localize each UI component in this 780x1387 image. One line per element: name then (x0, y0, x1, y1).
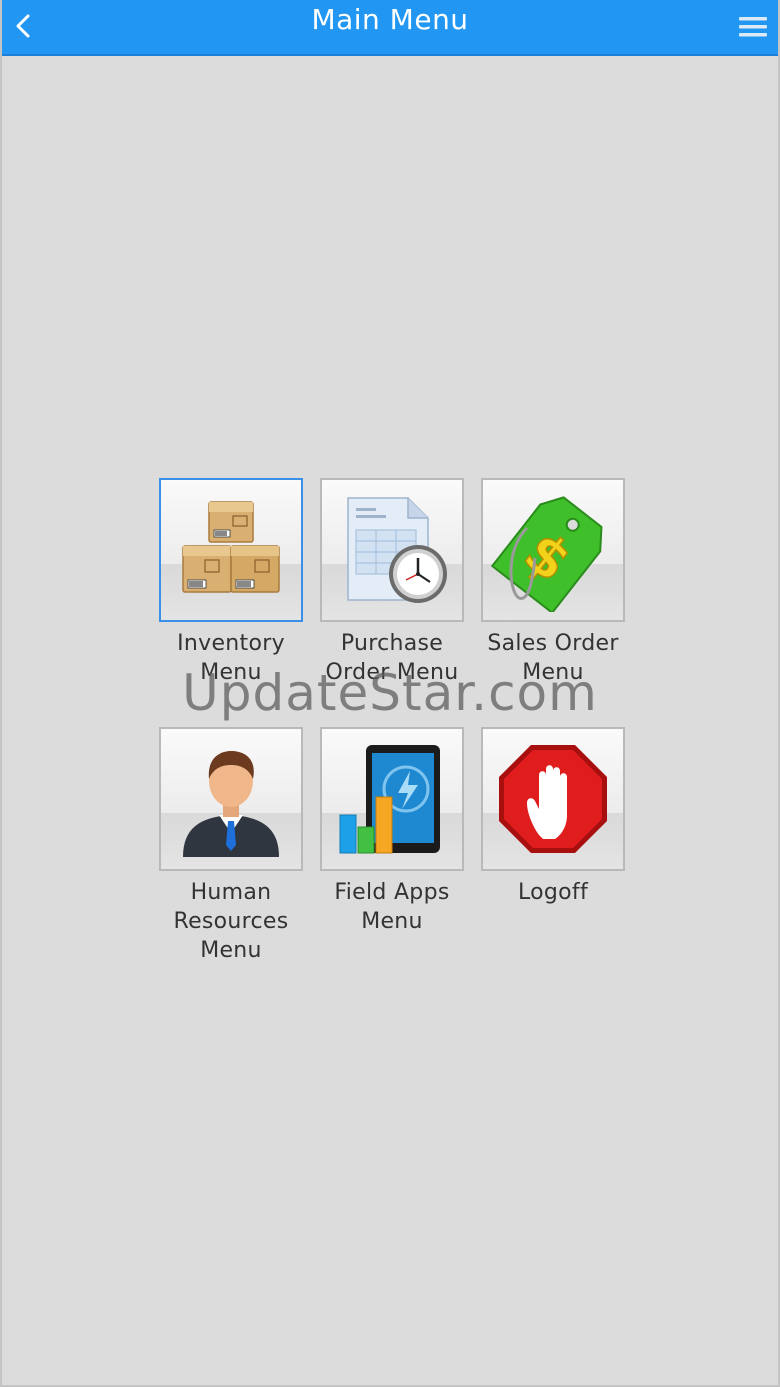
purchase-order-menu-tile[interactable]: Purchase Order Menu (318, 478, 466, 687)
purchase-order-menu-label: Purchase Order Menu (325, 631, 459, 685)
logoff-tile[interactable]: Logoff (479, 727, 627, 907)
field-apps-menu-tile[interactable]: Field Apps Menu (318, 727, 466, 936)
inventory-menu-label: Inventory Menu (177, 631, 285, 685)
price-tag-dollar-icon: $ (490, 496, 603, 612)
sales-order-menu-label: Sales Order Menu (487, 631, 619, 685)
purchase-order-menu-button[interactable] (320, 478, 464, 622)
hamburger-menu-icon (739, 17, 767, 37)
businessman-icon (183, 751, 279, 857)
sales-order-menu-button[interactable]: $ (481, 478, 625, 622)
field-apps-menu-label: Field Apps Menu (334, 880, 450, 934)
hamburger-menu-button[interactable] (736, 10, 770, 44)
boxes-icon (182, 501, 280, 593)
tablet-chart-icon (339, 745, 440, 854)
top-bar: Main Menu (2, 0, 778, 56)
logoff-button[interactable] (481, 727, 625, 871)
document-clock-icon (347, 497, 447, 603)
inventory-menu-tile[interactable]: Inventory Menu (157, 478, 305, 687)
human-resources-menu-button[interactable] (159, 727, 303, 871)
inventory-menu-button[interactable] (159, 478, 303, 622)
field-apps-menu-button[interactable] (320, 727, 464, 871)
main-menu-screen: Main Menu Inventory Menu Purchase Order … (0, 0, 780, 1387)
human-resources-menu-label: Human Resources Menu (173, 880, 289, 963)
logoff-label: Logoff (517, 880, 589, 905)
stop-hand-icon (499, 745, 607, 853)
sales-order-menu-tile[interactable]: $ Sales Order Menu (479, 478, 627, 687)
human-resources-menu-tile[interactable]: Human Resources Menu (157, 727, 305, 965)
page-title: Main Menu (311, 3, 469, 36)
